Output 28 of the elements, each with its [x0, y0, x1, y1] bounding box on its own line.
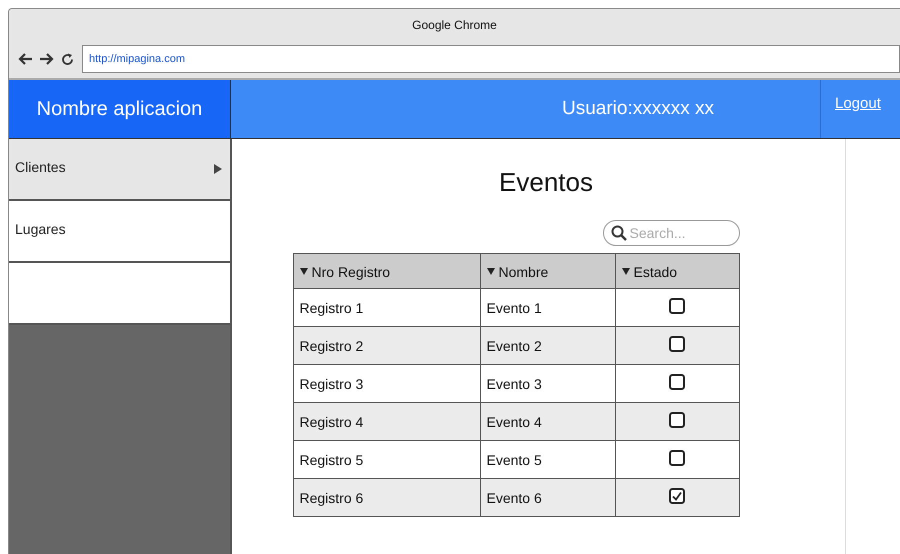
checkbox[interactable] — [669, 336, 685, 352]
window-title: Google Chrome — [412, 18, 497, 32]
column-header[interactable]: Nombre — [480, 254, 615, 288]
search-icon — [610, 225, 626, 241]
checkbox[interactable] — [669, 488, 685, 504]
table-cell: Registro 2 — [293, 326, 480, 364]
column-header[interactable]: Estado — [615, 254, 739, 288]
checkbox[interactable] — [669, 298, 685, 314]
reload-icon[interactable] — [61, 52, 74, 66]
table-cell: Registro 4 — [293, 402, 480, 440]
sort-caret-icon — [622, 268, 630, 276]
checkbox[interactable] — [669, 412, 685, 428]
checkbox[interactable] — [669, 450, 685, 466]
app-name: Nombre aplicacion — [9, 80, 231, 138]
address-field[interactable]: http://mipagina.com — [82, 45, 900, 73]
sort-caret-icon — [300, 268, 308, 276]
column-header[interactable]: Nro Registro — [293, 254, 480, 288]
sort-caret-icon — [486, 268, 494, 276]
table-cell: Registro 6 — [293, 478, 480, 516]
table-cell: Evento 2 — [480, 326, 615, 364]
page-title: Eventos — [499, 167, 593, 198]
sidebar-item[interactable]: Clientes — [9, 139, 230, 201]
back-icon[interactable] — [17, 52, 33, 66]
checkbox[interactable] — [669, 374, 685, 390]
table-cell: Evento 6 — [480, 478, 615, 516]
table-cell: Evento 4 — [480, 402, 615, 440]
forward-icon[interactable] — [39, 52, 55, 66]
user-label: Usuario:xxxxxx xx — [562, 98, 714, 120]
